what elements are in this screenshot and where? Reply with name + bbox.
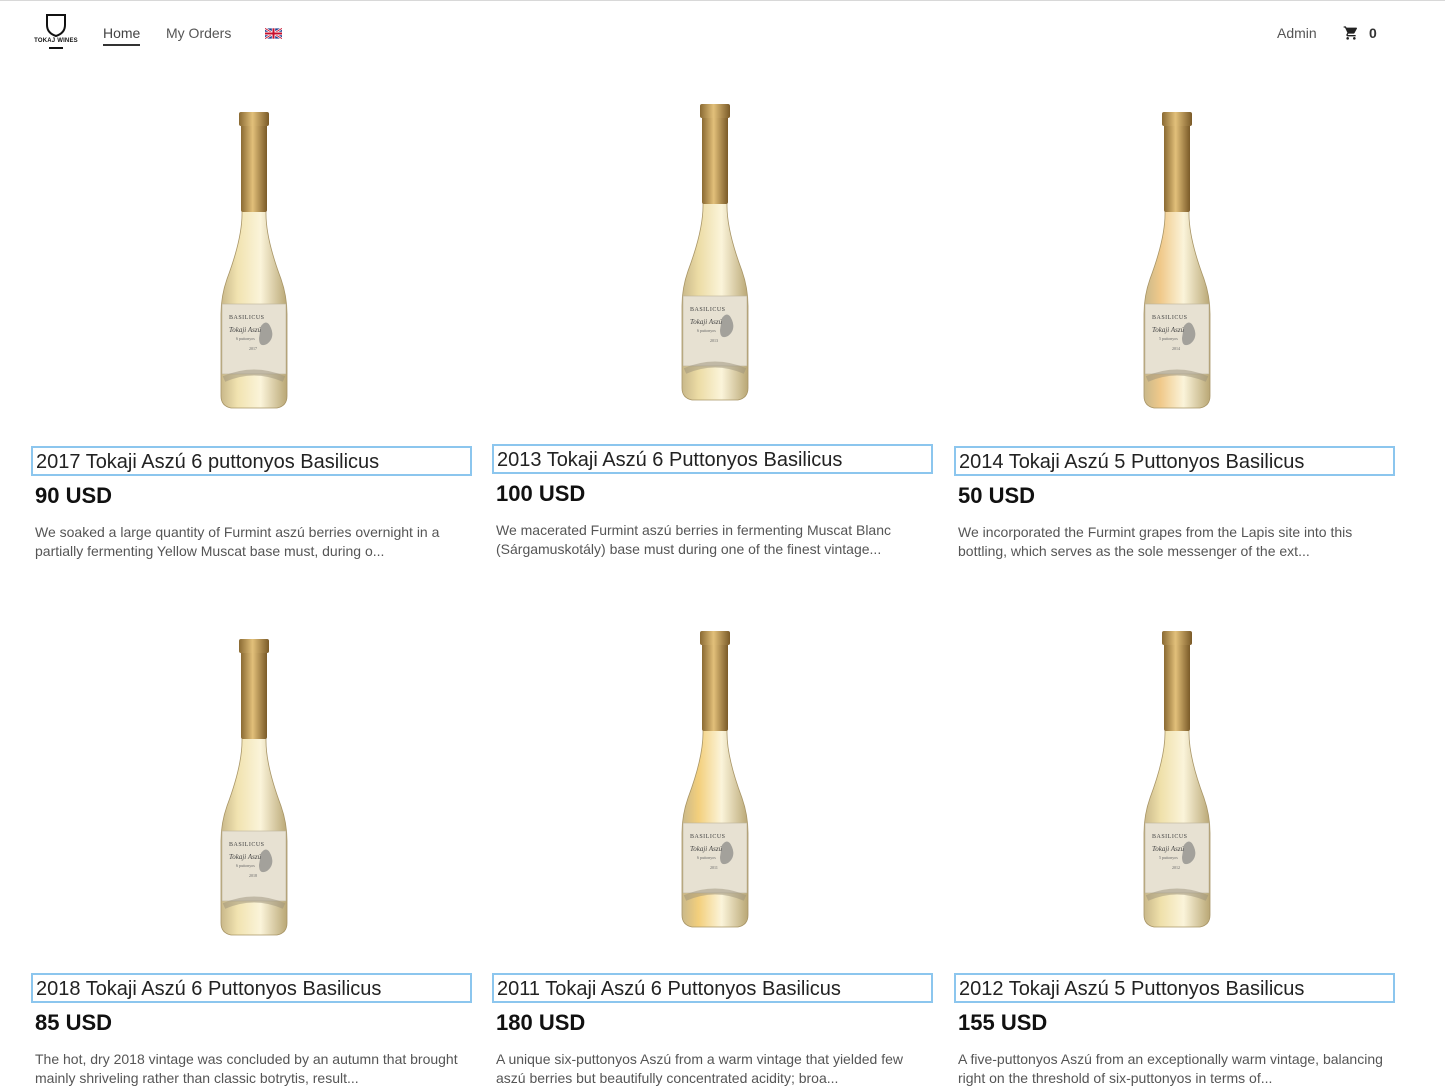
logo-underline: [49, 47, 63, 49]
product-image[interactable]: BASILICUS Tokaji Aszú 5 puttonyos 2014: [954, 96, 1399, 416]
product-description: A five-puttonyos Aszú from an exceptiona…: [958, 1051, 1383, 1086]
nav-home-link[interactable]: Home: [103, 25, 141, 46]
wine-bottle-image: BASILICUS Tokaji Aszú 6 puttonyos 2018: [220, 639, 287, 936]
label-sub: 6 puttonyos: [697, 328, 716, 333]
label-year: 2017: [249, 346, 257, 351]
label-name: Tokaji Aszú: [1152, 326, 1185, 334]
uk-flag-icon[interactable]: [265, 28, 282, 39]
cart-button[interactable]: 0: [1343, 25, 1377, 41]
product-description: We incorporated the Furmint grapes from …: [958, 524, 1353, 559]
product-price: 85 USD: [35, 1010, 113, 1035]
label-brand: BASILICUS: [690, 307, 726, 313]
label-sub: 6 puttonyos: [236, 863, 255, 868]
product-title[interactable]: 2014 Tokaji Aszú 5 Puttonyos Basilicus: [954, 446, 1395, 476]
admin-link[interactable]: Admin: [1277, 25, 1317, 41]
wine-bottle-image: BASILICUS Tokaji Aszú 6 puttonyos 2017: [220, 112, 287, 409]
product-image[interactable]: BASILICUS Tokaji Aszú 6 puttonyos 2013: [492, 96, 937, 416]
product-image[interactable]: BASILICUS Tokaji Aszú 6 puttonyos 2018: [31, 623, 476, 943]
product-description: A unique six-puttonyos Aszú from a warm …: [496, 1051, 903, 1086]
label-sub: 5 puttonyos: [1159, 336, 1178, 341]
wine-bottle-image: BASILICUS Tokaji Aszú 6 puttonyos 2013: [681, 104, 748, 401]
product-title[interactable]: 2011 Tokaji Aszú 6 Puttonyos Basilicus: [492, 973, 933, 1003]
wine-bottle-image: BASILICUS Tokaji Aszú 5 puttonyos 2012: [1143, 631, 1210, 928]
product-title[interactable]: 2012 Tokaji Aszú 5 Puttonyos Basilicus: [954, 973, 1395, 1003]
label-brand: BASILICUS: [229, 315, 265, 321]
wine-bottle-image: BASILICUS Tokaji Aszú 6 puttonyos 2011: [681, 631, 748, 928]
product-price: 90 USD: [35, 483, 113, 508]
wine-bottle-image: BASILICUS Tokaji Aszú 5 puttonyos 2014: [1143, 112, 1210, 409]
product-price: 50 USD: [958, 483, 1036, 508]
label-year: 2018: [249, 873, 257, 878]
label-name: Tokaji Aszú: [229, 853, 262, 861]
label-name: Tokaji Aszú: [229, 326, 262, 334]
label-year: 2013: [710, 338, 718, 343]
label-name: Tokaji Aszú: [690, 318, 723, 326]
product-image[interactable]: BASILICUS Tokaji Aszú 6 puttonyos 2011: [492, 623, 937, 943]
label-name: Tokaji Aszú: [690, 845, 723, 853]
product-price: 180 USD: [496, 1010, 586, 1035]
product-title[interactable]: 2017 Tokaji Aszú 6 puttonyos Basilicus: [31, 446, 472, 476]
product-description: We macerated Furmint aszú berries in fer…: [496, 522, 892, 557]
top-nav: TOKAJ WINES Home My Orders Admin 0: [0, 1, 1445, 63]
product-image[interactable]: BASILICUS Tokaji Aszú 6 puttonyos 2017: [31, 96, 476, 416]
label-brand: BASILICUS: [1152, 834, 1188, 840]
product-price: 100 USD: [496, 481, 586, 506]
label-brand: BASILICUS: [229, 842, 265, 848]
label-brand: BASILICUS: [1152, 315, 1188, 321]
label-sub: 6 puttonyos: [236, 336, 255, 341]
product-price: 155 USD: [958, 1010, 1048, 1035]
label-name: Tokaji Aszú: [1152, 845, 1185, 853]
label-brand: BASILICUS: [690, 834, 726, 840]
logo-text: TOKAJ WINES: [34, 38, 78, 44]
product-description: The hot, dry 2018 vintage was concluded …: [35, 1051, 458, 1086]
cart-count: 0: [1369, 25, 1377, 41]
label-year: 2012: [1172, 865, 1180, 870]
product-description: We soaked a large quantity of Furmint as…: [35, 524, 440, 559]
label-sub: 6 puttonyos: [697, 855, 716, 860]
shield-icon: [46, 14, 66, 37]
label-sub: 5 puttonyos: [1159, 855, 1178, 860]
product-title[interactable]: 2013 Tokaji Aszú 6 Puttonyos Basilicus: [492, 444, 933, 474]
logo[interactable]: TOKAJ WINES: [33, 13, 79, 57]
label-year: 2011: [710, 865, 718, 870]
cart-icon: [1343, 26, 1358, 40]
product-image[interactable]: BASILICUS Tokaji Aszú 5 puttonyos 2012: [954, 623, 1399, 943]
product-title[interactable]: 2018 Tokaji Aszú 6 Puttonyos Basilicus: [31, 973, 472, 1003]
nav-my-orders-link[interactable]: My Orders: [166, 25, 231, 41]
label-year: 2014: [1172, 346, 1180, 351]
